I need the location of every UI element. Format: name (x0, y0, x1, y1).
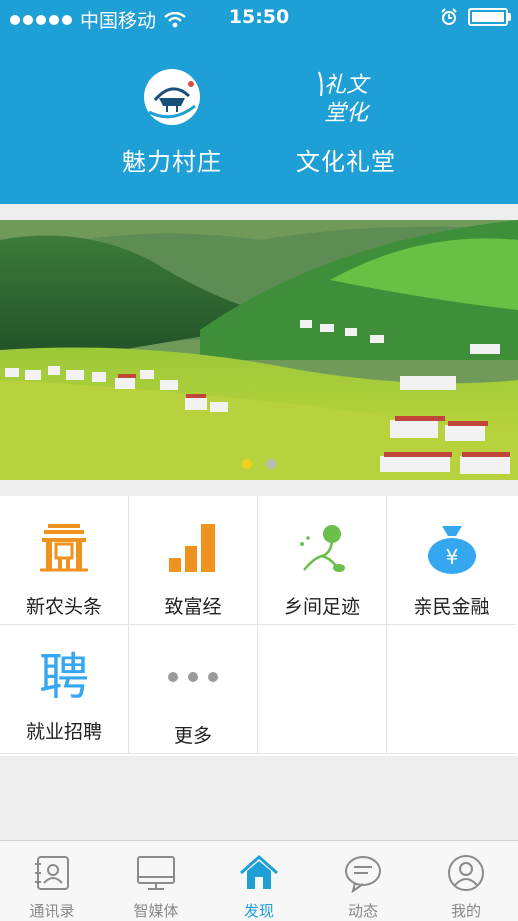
header: 魅力村庄 礼文 堂化 文化礼堂 (0, 34, 518, 204)
grid-item-wealth[interactable]: 致富经 (129, 496, 258, 625)
bar-chart-icon (169, 524, 215, 572)
battery-icon (468, 8, 511, 26)
village-landscape-image (0, 220, 518, 480)
culture-hall-logo-icon: 礼文 堂化 (318, 71, 371, 126)
tab-mine[interactable]: 我的 (414, 841, 518, 921)
grid-item-news[interactable]: 新农头条 (0, 496, 129, 625)
bottom-tab-bar: 通讯录 智媒体 发现 动态 我的 (0, 840, 518, 921)
tab-label: 智媒体 (133, 902, 179, 920)
monitor-icon (137, 856, 175, 890)
grid-item-label: 就业招聘 (25, 721, 102, 743)
banner-pager (0, 459, 518, 469)
status-bar: 中国移动 15:50 (0, 0, 518, 34)
tab-discover[interactable]: 发现 (207, 841, 311, 921)
chat-bubble-icon (345, 856, 381, 894)
culture-hall-entry[interactable]: 礼文 堂化 文化礼堂 (246, 62, 446, 177)
money-bag-icon: ¥ (427, 526, 476, 574)
svg-text:堂化: 堂化 (324, 101, 371, 126)
status-right (440, 8, 511, 26)
grid-item-label: 亲民金融 (413, 596, 490, 618)
hire-icon: 聘 (39, 648, 89, 706)
tab-label: 通讯录 (29, 902, 75, 920)
alarm-icon (441, 8, 457, 25)
tab-label: 发现 (243, 902, 274, 920)
pager-dot[interactable] (266, 459, 276, 469)
grid-empty-cell (258, 625, 387, 754)
grid-item-finance[interactable]: ¥ 亲民金融 (387, 496, 516, 625)
grid-item-label: 致富经 (164, 596, 222, 618)
tab-contacts[interactable]: 通讯录 (0, 841, 104, 921)
tab-moments[interactable]: 动态 (311, 841, 415, 921)
banner-carousel[interactable] (0, 220, 518, 480)
temple-gate-icon (40, 524, 88, 572)
charming-village-label: 魅力村庄 (122, 148, 222, 176)
grid-empty-cell (387, 625, 516, 754)
tab-label: 我的 (450, 902, 481, 920)
grid-item-jobs[interactable]: 聘 就业招聘 (0, 625, 129, 754)
more-dots-icon (168, 672, 218, 682)
svg-text:礼文: 礼文 (324, 73, 371, 98)
user-icon (448, 855, 484, 891)
svg-text:¥: ¥ (445, 545, 458, 569)
charming-village-entry[interactable]: 魅力村庄 (72, 62, 272, 177)
tab-label: 动态 (347, 902, 378, 920)
grid-item-label: 更多 (173, 725, 212, 747)
grid-item-label: 乡间足迹 (283, 596, 360, 618)
pager-dot-active[interactable] (242, 459, 252, 469)
tab-media[interactable]: 智媒体 (104, 841, 208, 921)
grid-item-more[interactable]: 更多 (129, 625, 258, 754)
contacts-icon (35, 856, 69, 890)
home-icon (240, 854, 278, 889)
grid-item-footprints[interactable]: 乡间足迹 (258, 496, 387, 625)
feature-grid: 新农头条 致富经 乡间足迹 ¥ 亲民金融 聘 就业招聘 更多 (0, 496, 518, 756)
culture-hall-label: 文化礼堂 (296, 148, 396, 176)
village-logo-icon (144, 69, 200, 125)
sprout-icon (300, 525, 345, 572)
grid-item-label: 新农头条 (25, 596, 102, 618)
